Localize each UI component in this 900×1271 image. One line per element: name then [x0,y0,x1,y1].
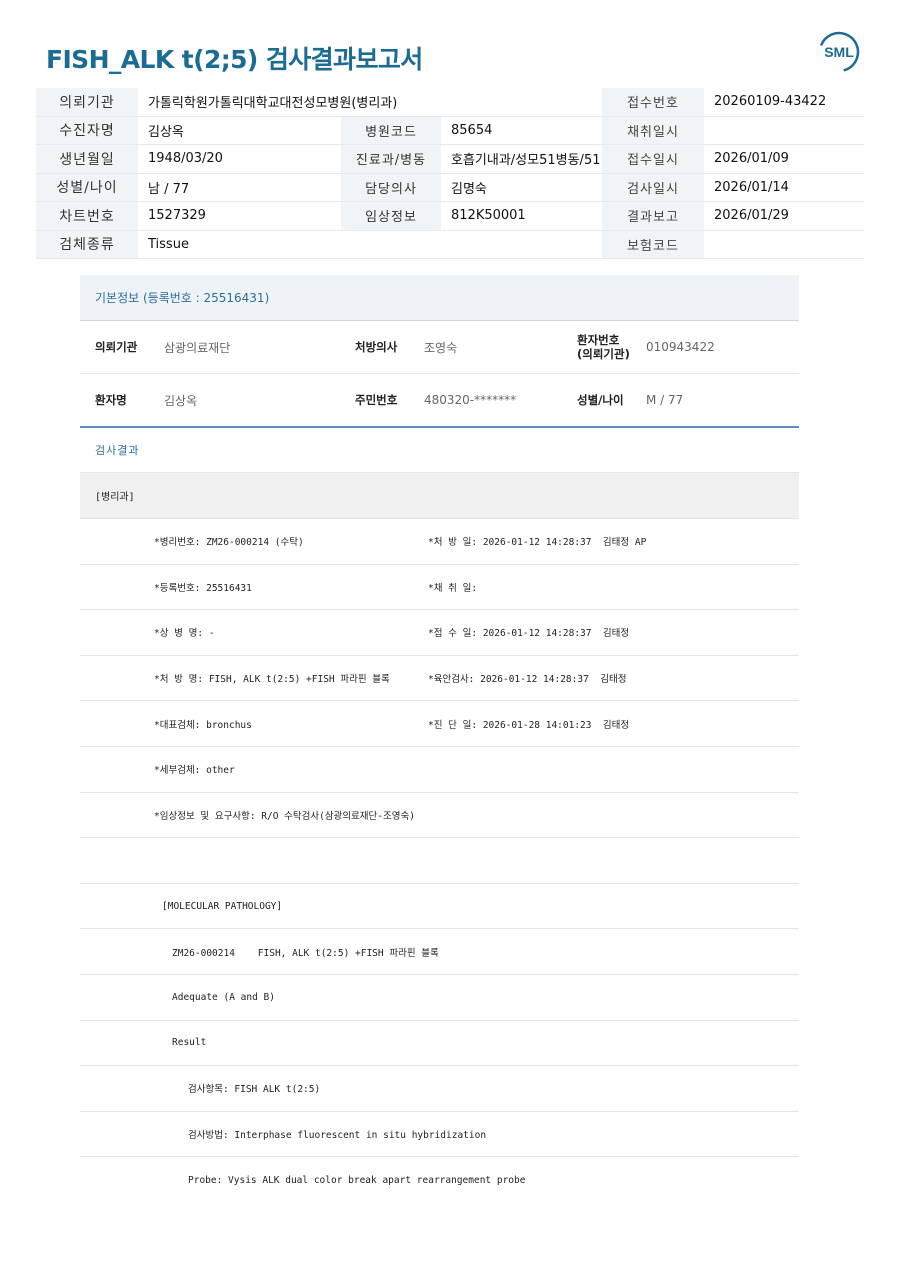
value-chart-number: 1527329 [148,208,206,224]
report-body: 기본정보 (등록번호 : 25516431) 의뢰기관 삼광의료재단 처방의사 … [80,275,799,1203]
value-test-date: 2026/01/14 [714,179,789,195]
value-prescribing-doctor: 조영숙 [424,340,458,355]
value-institution: 삼광의료재단 [164,340,231,355]
result-line-right: *처 방 일: 2026-01-12 14:28:37 김태정 AP [428,537,647,549]
molecular-line-text: 검사방법: Interphase fluorescent in situ hyb… [188,1130,487,1142]
value-specimen-type: Tissue [148,236,189,252]
label-result-report: 결과보고 [602,202,704,230]
info-row-5: 차트번호 1527329 임상정보 812K50001 결과보고 2026/01… [36,202,864,231]
label-specimen-type: 검체종류 [36,230,138,258]
label-chart-number: 차트번호 [36,202,138,230]
result-line: *임상정보 및 요구사항: R/O 수탁검사(삼광의료재단-조영숙) [80,793,799,839]
molecular-line-text: ZM26-000214 FISH, ALK t(2:5) +FISH 파라핀 블… [172,947,439,959]
label-patient-number: 환자번호 (의뢰기관) [577,321,630,373]
value-department-ward: 호흡기내과/성모51병동/5115 [451,153,616,169]
logo-text: SML [824,44,854,60]
value-patient: 김상옥 [164,393,198,408]
result-line-right: *육안검사: 2026-01-12 14:28:37 김태정 [428,674,627,686]
result-line: *상 병 명: - *접 수 일: 2026-01-12 14:28:37 김태… [80,610,799,656]
value-clinical-info: 812K50001 [451,208,526,224]
result-line: *대표검체: bronchus *진 단 일: 2026-01-28 14:01… [80,701,799,747]
value-hospital-code: 85654 [451,122,493,138]
test-result-header: 검사결과 [80,426,799,473]
label-collection-date: 채취일시 [602,116,704,144]
label-sex-age: 성별/나이 [36,173,138,201]
value-sex-age: 남 / 77 [148,181,190,197]
result-line-left: *병리번호: ZM26-000214 (수탁) [154,537,304,549]
result-line: *병리번호: ZM26-000214 (수탁) *처 방 일: 2026-01-… [80,519,799,565]
molecular-line-text: Probe: Vysis ALK dual color break apart … [188,1174,526,1186]
basic-info-row-2: 환자명 김상옥 주민번호 480320-******* 성별/나이 M / 77 [80,374,799,426]
molecular-line: [MOLECULAR PATHOLOGY] [80,884,799,930]
molecular-line: ZM26-000214 FISH, ALK t(2:5) +FISH 파라핀 블… [80,929,799,975]
label-hospital-code: 병원코드 [341,116,441,144]
value-collection-date [704,117,864,145]
info-row-1: 의뢰기관 가톨릭학원가톨릭대학교대전성모병원(병리과) 접수번호 2026010… [36,88,864,117]
label-resident-number: 주민번호 [355,393,398,407]
label-birth-date: 생년월일 [36,145,138,173]
value-requesting-institution: 가톨릭학원가톨릭대학교대전성모병원(병리과) [148,96,398,112]
value-patient-name: 김상옥 [148,124,184,140]
sml-logo: SML [818,31,860,73]
label-receipt-date: 접수일시 [602,145,704,173]
result-line: *처 방 명: FISH, ALK t(2:5) +FISH 파라핀 블록 *육… [80,656,799,702]
result-line [80,838,799,884]
result-line-left: *임상정보 및 요구사항: R/O 수탁검사(삼광의료재단-조영숙) [154,810,415,822]
department-header: [병리과] [80,473,799,519]
molecular-line-text: 검사항목: FISH ALK t(2:5) [188,1084,321,1096]
label-test-date: 검사일시 [602,173,704,201]
result-line-right: *진 단 일: 2026-01-28 14:01:23 김태정 [428,719,630,731]
result-line-left: *대표검체: bronchus [154,719,252,731]
result-line-left: *처 방 명: FISH, ALK t(2:5) +FISH 파라핀 블록 [154,674,390,686]
value-birth-date: 1948/03/20 [148,151,223,167]
patient-info-grid: 의뢰기관 가톨릭학원가톨릭대학교대전성모병원(병리과) 접수번호 2026010… [36,88,864,259]
value-resident-number: 480320-******* [424,393,517,407]
result-line-left: *세부검체: other [154,765,235,777]
label-requesting-institution: 의뢰기관 [36,88,138,116]
result-line-right: *채 취 일: [428,582,478,594]
result-line-right: *접 수 일: 2026-01-12 14:28:37 김태정 [428,628,630,640]
molecular-line: Probe: Vysis ALK dual color break apart … [80,1157,799,1203]
value-receipt-number: 20260109-43422 [714,94,827,110]
basic-info-row-1: 의뢰기관 삼광의료재단 처방의사 조영숙 환자번호 (의뢰기관) 0109434… [80,321,799,374]
result-line-left: *등록번호: 25516431 [154,582,252,594]
value-insurance-code [704,231,864,259]
molecular-line: Adequate (A and B) [80,975,799,1021]
info-row-6: 검체종류 Tissue 보험코드 [36,230,864,259]
molecular-line-text: [MOLECULAR PATHOLOGY] [162,900,283,912]
molecular-line: 검사항목: FISH ALK t(2:5) [80,1066,799,1112]
label-patient-number-line1: 환자번호 [577,333,620,347]
molecular-line: Result [80,1021,799,1067]
info-row-2: 수진자명 김상옥 병원코드 85654 채취일시 [36,116,864,145]
label-clinical-info: 임상정보 [341,202,441,230]
result-line: *세부검체: other [80,747,799,793]
info-row-4: 성별/나이 남 / 77 담당의사 김명숙 검사일시 2026/01/14 [36,173,864,202]
label-insurance-code: 보험코드 [602,230,704,258]
label-department-ward: 진료과/병동 [341,145,441,173]
label-patient-name: 수진자명 [36,116,138,144]
value-receipt-date: 2026/01/09 [714,151,789,167]
molecular-line: 검사방법: Interphase fluorescent in situ hyb… [80,1112,799,1158]
result-line-left: *상 병 명: - [154,628,215,640]
basic-info-header: 기본정보 (등록번호 : 25516431) [80,275,799,321]
report-title: FISH_ALK t(2;5) 검사결과보고서 [46,45,423,74]
label-sex-age-report: 성별/나이 [577,393,624,407]
value-sex-age-report: M / 77 [646,393,684,407]
value-patient-number: 010943422 [646,340,715,354]
label-receipt-number: 접수번호 [602,88,704,116]
result-line: *등록번호: 25516431 *채 취 일: [80,565,799,611]
value-attending-doctor: 김명숙 [451,181,487,197]
label-patient: 환자명 [95,393,127,407]
info-row-3: 생년월일 1948/03/20 진료과/병동 호흡기내과/성모51병동/5115… [36,145,864,174]
label-prescribing-doctor: 처방의사 [355,340,398,354]
value-result-report: 2026/01/29 [714,208,789,224]
label-institution: 의뢰기관 [95,340,138,354]
label-attending-doctor: 담당의사 [341,173,441,201]
label-patient-number-line2: (의뢰기관) [577,347,630,361]
molecular-line-text: Result [172,1037,207,1049]
molecular-line-text: Adequate (A and B) [172,991,275,1003]
